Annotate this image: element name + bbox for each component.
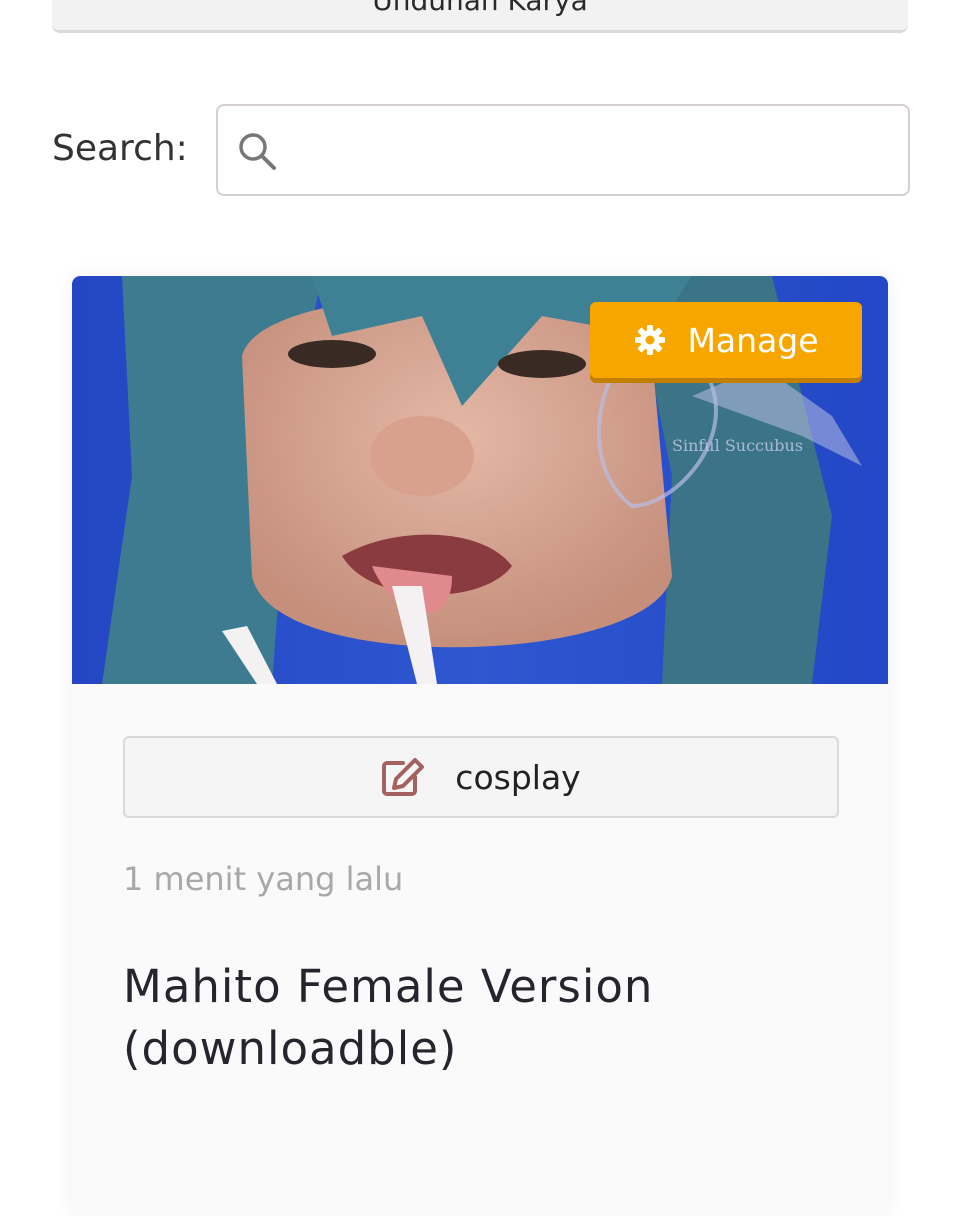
artwork-card: Sinful Succubus Manage cosplay 1 menit y… [72,276,888,1216]
manage-button[interactable]: Manage [590,302,862,378]
category-button[interactable]: cosplay [123,736,839,818]
category-label: cosplay [455,757,581,797]
watermark-text: Sinful Succubus [672,436,803,455]
search-row: Search: [52,104,910,196]
artwork-thumbnail[interactable]: Sinful Succubus Manage [72,276,888,684]
top-bar[interactable]: Unduhan Karya [52,0,908,33]
top-bar-label: Unduhan Karya [372,0,588,17]
search-label: Search: [52,128,188,169]
gear-icon [635,325,666,355]
edit-icon [382,758,425,796]
search-box[interactable] [216,104,910,196]
artwork-title[interactable]: Mahito Female Version (downloadble) [123,956,823,1080]
search-icon [239,133,276,170]
timestamp: 1 menit yang lalu [123,860,404,898]
search-input[interactable] [292,116,896,184]
manage-label: Manage [687,320,819,360]
